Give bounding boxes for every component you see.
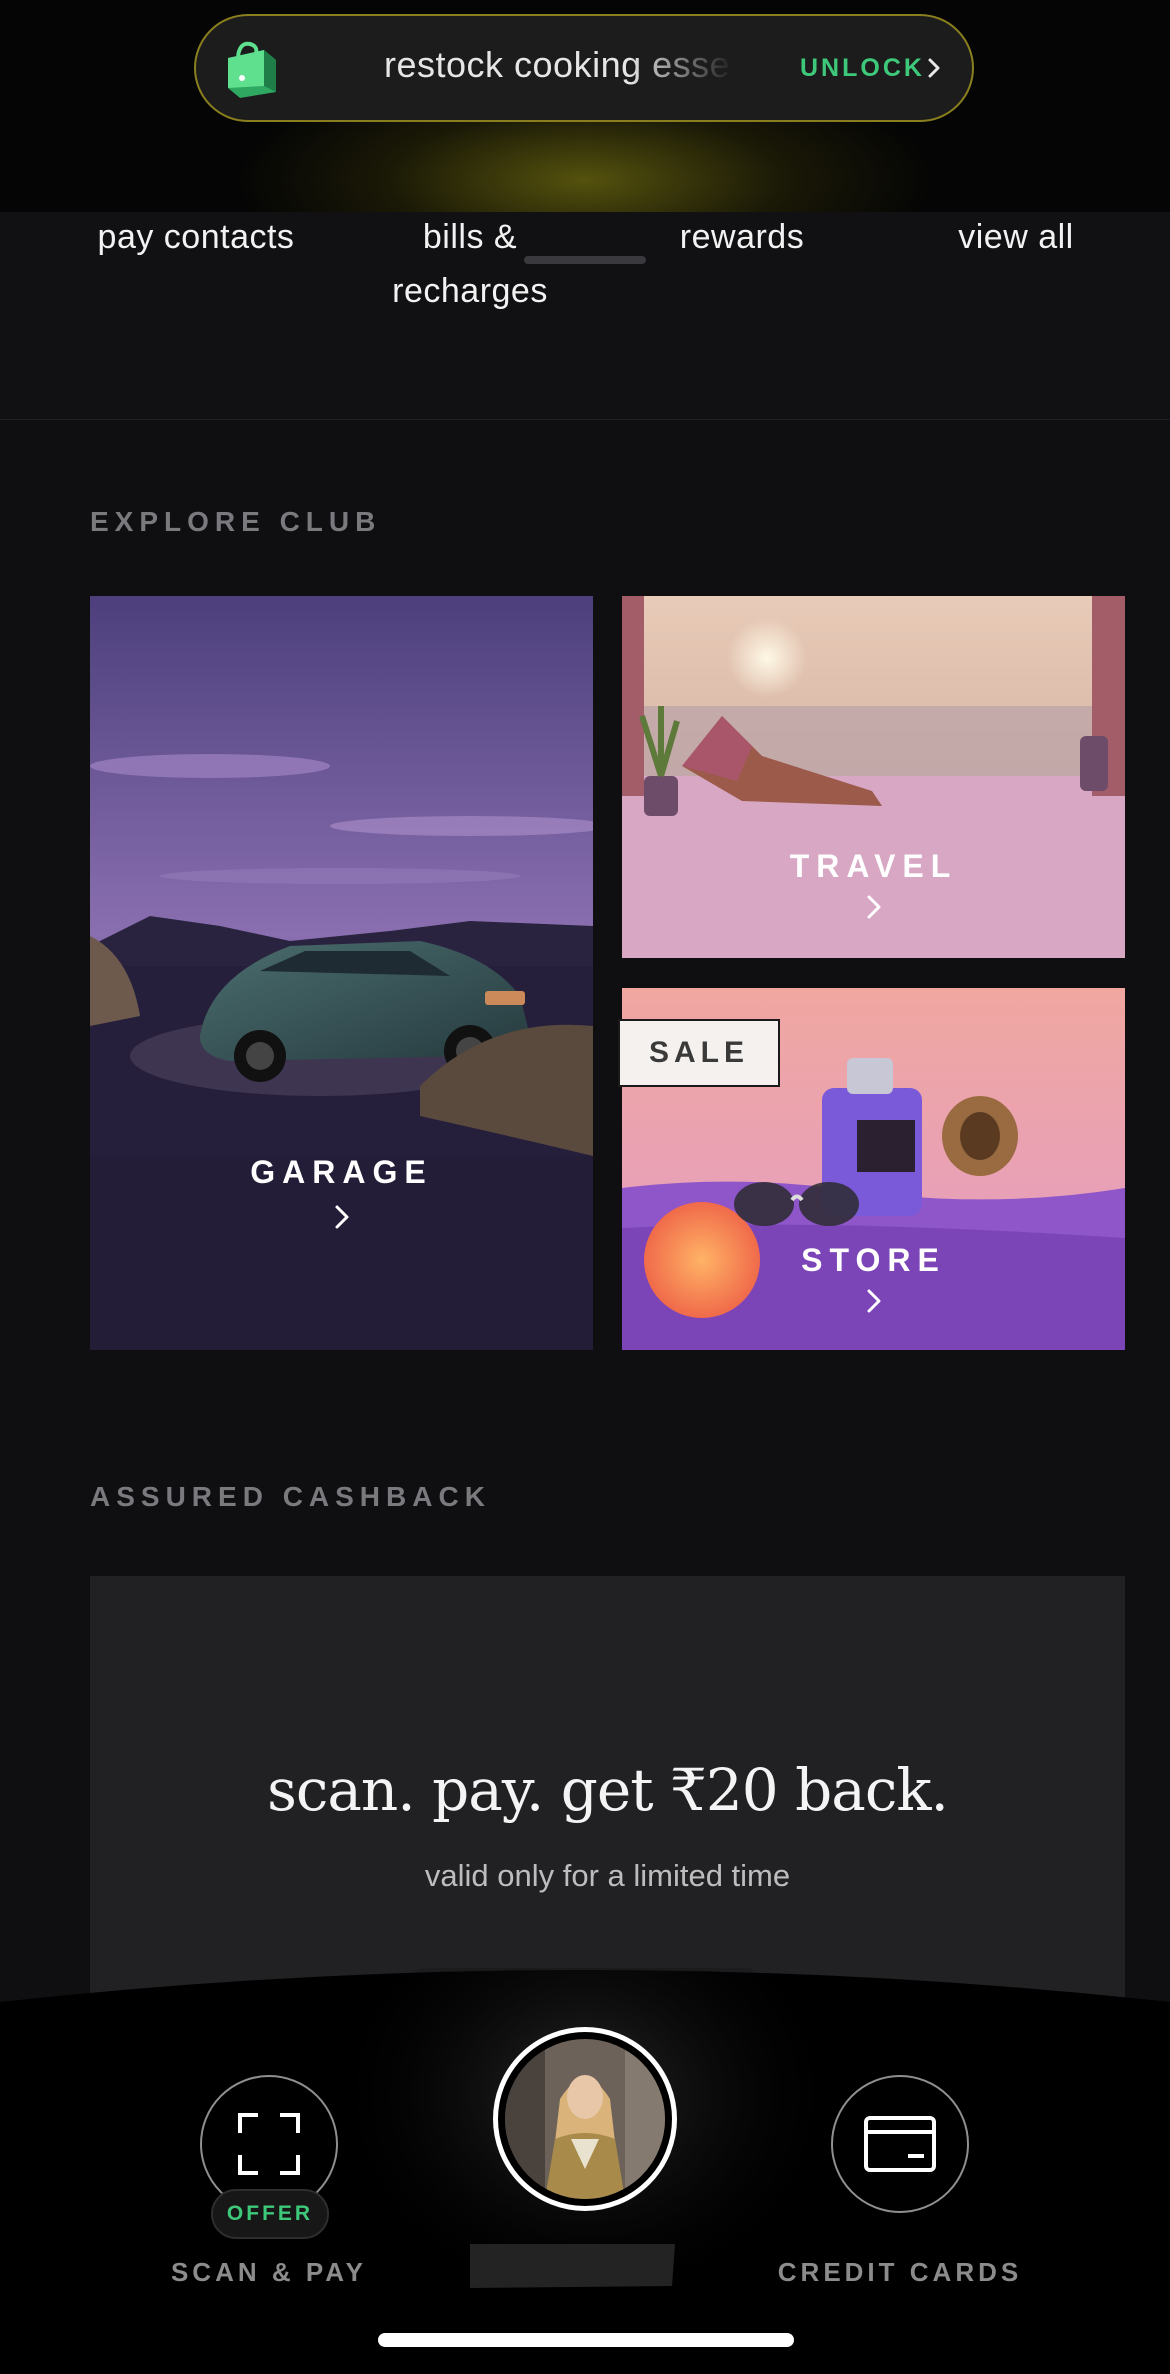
top-banner-area: restock cooking essentials UNLOCK bbox=[0, 0, 1170, 212]
credit-card-icon bbox=[864, 2116, 936, 2172]
offer-badge: OFFER bbox=[211, 2189, 329, 2239]
unlock-label[interactable]: UNLOCK bbox=[800, 54, 925, 83]
chevron-right-icon bbox=[867, 1289, 880, 1313]
sale-badge: SALE bbox=[618, 1019, 780, 1087]
shopping-bag-icon bbox=[228, 41, 276, 98]
profile-avatar-button[interactable] bbox=[493, 2027, 677, 2211]
credit-cards-label[interactable]: CREDIT CARDS bbox=[770, 2257, 1030, 2288]
home-indicator[interactable] bbox=[378, 2333, 794, 2347]
credit-cards-button[interactable] bbox=[831, 2075, 969, 2213]
store-label: STORE bbox=[801, 1242, 946, 1278]
banner-text: restock cooking essentials bbox=[384, 44, 734, 85]
unlock-banner[interactable]: restock cooking essentials UNLOCK bbox=[194, 14, 974, 122]
garage-card[interactable]: GARAGE bbox=[90, 596, 593, 1350]
quick-action-bills-recharges[interactable]: bills & recharges bbox=[370, 212, 570, 318]
chevron-right-icon bbox=[928, 58, 940, 78]
garage-image bbox=[90, 596, 593, 1350]
scan-icon bbox=[238, 2113, 300, 2175]
quick-action-view-all[interactable]: view all bbox=[916, 212, 1116, 264]
cashback-headline: scan. pay. get ₹20 back. bbox=[267, 1756, 949, 1824]
scan-pay-label[interactable]: SCAN & PAY bbox=[150, 2257, 388, 2288]
travel-label: TRAVEL bbox=[789, 848, 958, 884]
quick-action-pay-contacts[interactable]: pay contacts bbox=[96, 212, 296, 264]
chevron-right-icon bbox=[867, 895, 880, 919]
cashback-card[interactable]: scan. pay. get ₹20 back. valid only for … bbox=[90, 1576, 1125, 2016]
explore-club-title: EXPLORE CLUB bbox=[90, 506, 382, 537]
avatar-image bbox=[505, 2039, 665, 2199]
chevron-right-icon bbox=[335, 1205, 348, 1229]
travel-card[interactable]: TRAVEL bbox=[622, 596, 1125, 958]
cashback-subtext: valid only for a limited time bbox=[424, 1858, 791, 1893]
quick-actions: pay contacts bills & recharges rewards v… bbox=[0, 212, 1170, 420]
avatar bbox=[505, 2039, 665, 2199]
quick-action-rewards[interactable]: rewards bbox=[642, 212, 842, 264]
assured-cashback-title: ASSURED CASHBACK bbox=[90, 1481, 491, 1512]
garage-label: GARAGE bbox=[250, 1154, 433, 1190]
